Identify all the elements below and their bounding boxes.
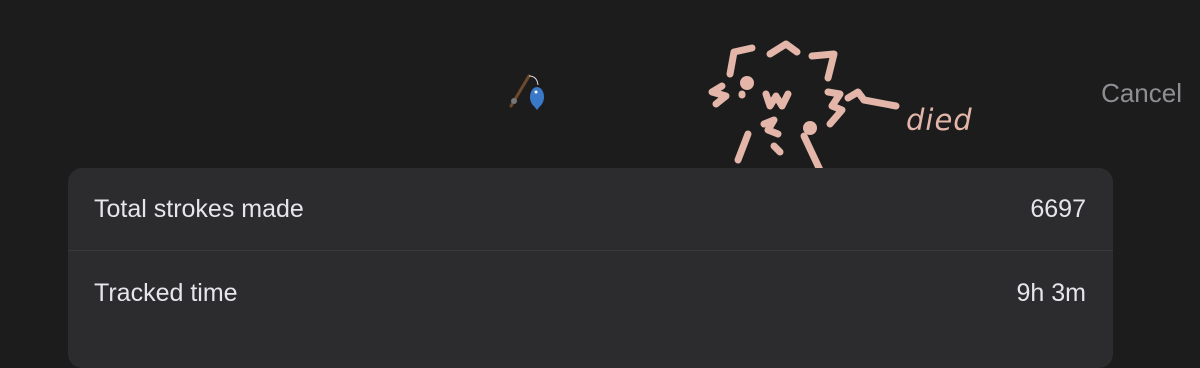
stat-label: Total strokes made	[94, 195, 304, 223]
fishing-pole-icon	[507, 72, 547, 112]
stat-value: 6697	[1030, 195, 1086, 223]
stat-row-total-strokes: Total strokes made 6697	[68, 168, 1113, 251]
row-divider	[68, 250, 1113, 251]
doodle-died-label: died	[906, 103, 973, 137]
stat-row-tracked-time: Tracked time 9h 3m	[68, 252, 1113, 335]
cancel-button[interactable]: Cancel	[1101, 78, 1182, 109]
stat-label: Tracked time	[94, 279, 238, 307]
stat-value: 9h 3m	[1016, 279, 1086, 307]
header: died Cancel	[0, 0, 1200, 174]
stats-panel: Total strokes made 6697 Tracked time 9h …	[68, 168, 1113, 368]
